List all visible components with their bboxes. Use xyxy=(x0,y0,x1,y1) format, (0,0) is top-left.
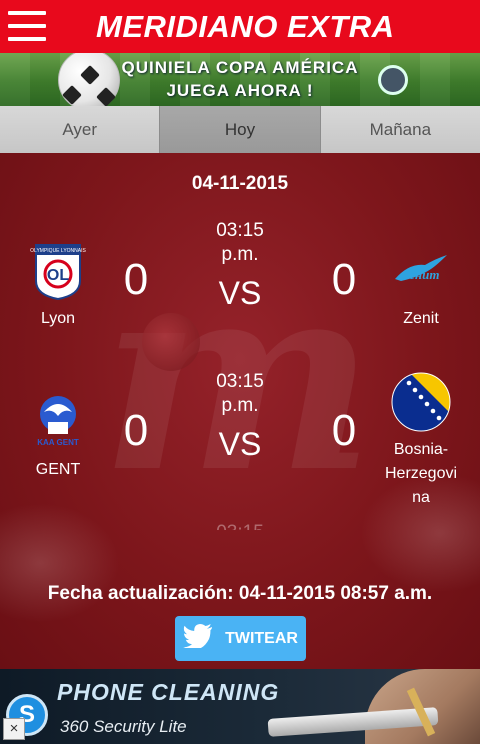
home-team: KAA GENT GENT xyxy=(10,392,106,482)
promo-line-2: JUEGA AHORA ! xyxy=(166,81,314,100)
home-team-name: Lyon xyxy=(40,310,76,327)
menu-icon[interactable] xyxy=(8,11,46,41)
promo-line-1: QUINIELA COPA AMÉRICA xyxy=(121,58,359,77)
zenit-crest-icon: Зенит xyxy=(391,241,451,301)
away-team-name: Zenit xyxy=(403,310,439,327)
match-list: m 04-11-2015 OLYMPIQUE LYONNAIS OL Lyon … xyxy=(0,153,480,669)
svg-text:OLYMPIQUE LYONNAIS: OLYMPIQUE LYONNAIS xyxy=(30,248,86,254)
tweet-button-label: TWITEAR xyxy=(225,629,298,647)
vs-label: VS xyxy=(218,426,262,462)
svg-text:KAA GENT: KAA GENT xyxy=(37,438,79,447)
twitter-bird-icon xyxy=(183,624,213,653)
ad-banner[interactable]: S PHONE CLEANING 360 Security Lite xyxy=(0,669,480,744)
away-score: 0 xyxy=(331,255,357,304)
gent-crest-icon: KAA GENT xyxy=(28,392,88,452)
copa-badge-icon xyxy=(378,65,408,95)
away-team: Зенит Zenit xyxy=(373,241,469,331)
away-team-name-line-3: na xyxy=(412,489,430,506)
tweet-button[interactable]: TWITEAR xyxy=(175,616,306,661)
last-updated: Fecha actualización: 04-11-2015 08:57 a.… xyxy=(47,583,433,604)
home-team-name: GENT xyxy=(35,461,81,478)
tab-manana[interactable]: Mañana xyxy=(320,106,480,153)
app-header: MERIDIANO EXTRA xyxy=(0,0,480,53)
match-time-line-2: p.m. xyxy=(221,244,259,265)
day-tabs: Ayer Hoy Mañana xyxy=(0,106,480,153)
tab-ayer[interactable]: Ayer xyxy=(0,106,161,153)
match-card[interactable]: OLYMPIQUE LYONNAIS OL Lyon 0 03:15 p.m. … xyxy=(0,217,480,357)
promo-banner[interactable]: QUINIELA COPA AMÉRICA JUEGA AHORA ! xyxy=(0,53,480,106)
match-date: 04-11-2015 xyxy=(191,173,289,194)
match-time-line-2: p.m. xyxy=(221,395,259,416)
close-ad-icon[interactable]: × xyxy=(3,718,25,740)
away-team-name-line-2: Herzegovi xyxy=(384,465,458,482)
tab-hoy[interactable]: Hoy xyxy=(160,106,321,153)
vs-label: VS xyxy=(218,275,262,311)
away-team-name-line-1: Bosnia- xyxy=(393,441,449,458)
app-title: MERIDIANO EXTRA xyxy=(96,9,395,44)
lyon-crest-icon: OLYMPIQUE LYONNAIS OL xyxy=(28,241,88,301)
next-match-peek: 03:15 xyxy=(190,522,290,530)
away-team: Bosnia- Herzegovi na xyxy=(373,372,469,510)
home-score: 0 xyxy=(123,406,149,455)
match-time-line-1: 03:15 xyxy=(216,220,264,241)
match-card[interactable]: KAA GENT GENT 0 03:15 p.m. VS 0 Bosnia- … xyxy=(0,368,480,508)
match-time-line-1: 03:15 xyxy=(216,371,264,392)
home-score: 0 xyxy=(123,255,149,304)
ad-title: PHONE CLEANING xyxy=(57,679,280,705)
away-score: 0 xyxy=(331,406,357,455)
bosnia-flag-icon xyxy=(391,372,451,432)
ad-subtitle: 360 Security Lite xyxy=(60,717,187,736)
svg-text:OL: OL xyxy=(47,267,69,284)
home-team: OLYMPIQUE LYONNAIS OL Lyon xyxy=(10,241,106,331)
svg-text:Зенит: Зенит xyxy=(402,267,440,282)
